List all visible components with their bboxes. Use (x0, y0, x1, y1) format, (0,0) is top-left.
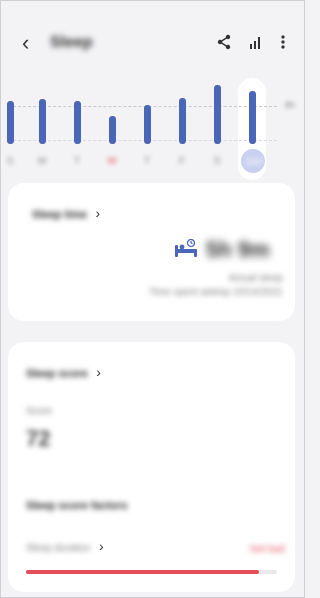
chevron-left-icon[interactable]: ‹ (22, 30, 29, 56)
chart-bar[interactable] (214, 85, 221, 144)
score-label: Score (26, 406, 53, 417)
chart-bar[interactable] (7, 100, 14, 144)
chevron-right-icon: › (95, 205, 101, 221)
chart-bar[interactable] (144, 104, 151, 144)
factor-progress-bar (26, 570, 277, 574)
gridline (8, 140, 277, 141)
y-axis-label: 8h (284, 100, 295, 110)
chart-day-label: T (73, 156, 81, 167)
sleep-time-title: Sleep time (32, 209, 88, 221)
sleep-time-header[interactable]: Sleep time › (32, 205, 100, 223)
chevron-right-icon: › (98, 538, 104, 554)
factor-row[interactable]: Sleep duration › (26, 538, 104, 556)
sleep-time-card[interactable]: Sleep time › 5h 9m Actual sleep Time spe… (8, 183, 295, 321)
chart-day-label: S (213, 156, 221, 167)
chart-bar[interactable] (179, 97, 186, 144)
share-icon[interactable] (216, 34, 232, 55)
chart-bar[interactable] (74, 101, 81, 144)
gridline (8, 106, 277, 107)
sleep-time-detail-2: Time spent asleep 10/14/2021 (148, 287, 283, 298)
chart-day-label: M (37, 156, 47, 167)
sleep-score-title: Sleep score (26, 368, 88, 380)
chart-day-label: T (143, 156, 151, 167)
chart-day-label: F (178, 156, 186, 167)
factors-title: Sleep score factors (26, 500, 128, 512)
factor-progress-fill (26, 570, 260, 574)
sleep-chart: 8h S M T W T F S SAT (0, 78, 305, 188)
factor-label: Sleep duration (26, 543, 91, 554)
bed-icon (174, 238, 198, 259)
bar-chart-icon[interactable] (248, 34, 264, 55)
chart-bar[interactable] (249, 91, 256, 144)
sleep-score-card[interactable]: Sleep score › Score 72 Sleep score facto… (8, 342, 295, 592)
chevron-right-icon: › (96, 364, 101, 380)
factor-value: Not bad (249, 544, 285, 555)
chart-day-label: SAT (245, 157, 264, 168)
chart-bar[interactable] (109, 116, 116, 144)
chart-day-label: S (6, 156, 14, 167)
page-title: Sleep (50, 34, 93, 51)
sleep-time-detail-1: Actual sleep (228, 273, 283, 284)
sleep-score-header[interactable]: Sleep score › (26, 364, 101, 382)
sleep-time-value: 5h 9m (206, 237, 270, 262)
chart-bar[interactable] (39, 99, 46, 144)
more-vert-icon[interactable] (280, 34, 286, 55)
score-value: 72 (26, 426, 51, 451)
chart-day-label: W (107, 156, 117, 167)
app-header: ‹ Sleep (0, 28, 305, 68)
